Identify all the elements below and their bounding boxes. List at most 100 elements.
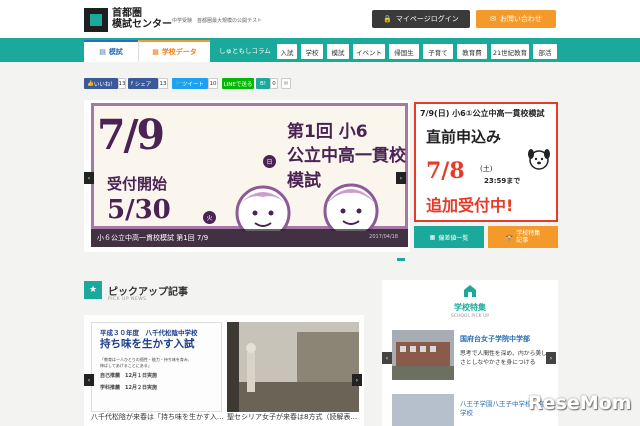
banner-exam-day: 日 [263,155,276,168]
pickup-subtitle: PICK UP NEWS [108,297,147,302]
site-logo-mark[interactable] [84,8,108,32]
tab-mock[interactable]: ▤ 模試 [84,40,138,62]
site-tagline: 中学受験 首都圏最大規模の公開テスト [172,18,263,24]
pickup-card-cecilia-image[interactable] [227,322,359,412]
side-banner-weekday: (土) [480,165,493,173]
chart-icon: ▦ [429,233,436,241]
pickup-prev-button[interactable]: ‹ [84,374,94,386]
like-count: 13 [118,78,126,89]
banner-registration-label: 受付開始 [107,175,168,193]
kohnodai-school-photo[interactable] [392,330,454,380]
other-count: 0 [270,78,278,89]
card1-line: 自己推薦 12月１日実施 [100,373,157,379]
side-promo-banner[interactable]: 7/9(日) 小6①公立中高一貫校模試 直前申込み 7/8 (土) 23:59ま… [414,102,558,222]
banner-registration-day: 火 [203,211,216,224]
mypage-login-button[interactable]: 🔒 マイページログイン [372,10,470,28]
thumbs-up-icon: 👍 [87,80,94,87]
nav-category-event[interactable]: イベント [353,44,385,59]
banner-registration-date: 5/30 [107,195,171,225]
pickup-card-caption[interactable]: 聖セシリア女子が来春は8方式（読解表... [227,412,357,422]
carousel-prev-button[interactable]: ‹ [84,172,94,184]
nav-category-club[interactable]: 部活 [533,44,557,59]
school-prev-button[interactable]: ‹ [382,352,392,364]
pickup-card-yachiyo-image[interactable]: 平成３０年度 八千代松陰中学校 持ち味を生かす入試 「教育は一人ひとりの個性・能… [91,322,222,412]
side-banner-head: 7/9(日) 小6①公立中高一貫校模試 [420,109,545,118]
lock-icon: 🔒 [383,15,392,23]
tab-school-data[interactable]: ▦ 学校データ [138,40,210,62]
login-label: マイページログイン [395,15,459,23]
banner-caption: 小６公立中高一貫校模試 第1回 7/9 2017/04/18 [91,229,408,247]
contact-button[interactable]: ✉ お問い合わせ [476,10,556,28]
logo-line2: 模試センター [112,19,172,30]
nav-category-mock[interactable]: 模試 [327,44,349,59]
school-desc-kohnodai: 思考で人間性を深め、内から美しさとしなやかさを身につける [460,351,547,366]
email-share-button[interactable]: ✉ [281,78,291,89]
share-count: 13 [158,78,168,89]
nav-category-parenting[interactable]: 子育て [423,44,453,59]
hachioji-school-photo[interactable] [392,394,454,426]
facebook-icon: f [131,80,133,87]
nav-category-school[interactable]: 学校 [301,44,323,59]
nav-category-returnee[interactable]: 帰国生 [389,44,419,59]
carousel-next-button[interactable]: › [396,172,406,184]
side-banner-time: 23:59まで [484,177,521,185]
column-link[interactable]: しゅともしコラム [219,45,271,55]
nav-category-21st-century[interactable]: 21世紀教育 [491,44,529,59]
children-illustration [235,183,379,231]
chevron-left-icon: ‹ [87,174,91,182]
logo-line1: 首都圏 [112,8,142,19]
share-label: シェア [134,81,152,88]
deviation-list-button[interactable]: ▦ 偏差値一覧 [414,226,484,248]
banner-caption-date: 2017/04/18 [369,234,398,240]
main-carousel-banner[interactable]: 7/9 日 第1回 小6 公立中高一貫校模試 受付開始 5/30 火 小６公立中… [91,103,408,247]
banner-title-line1: 第1回 小6 [287,122,368,142]
card1-line: 伸ばしてあげることにある」 [100,362,152,368]
pickup-next-button[interactable]: › [352,374,362,386]
tab-mock-label: 模試 [108,48,123,56]
card1-line: 学科推薦 12月２日実施 [100,384,157,391]
line-send-button[interactable]: LINEで送る [222,78,254,89]
banner-artwork: 7/9 日 第1回 小6 公立中高一貫校模試 受付開始 5/30 火 [91,103,408,247]
school-feature-button[interactable]: 🏫 学校特集 記事 [488,226,558,248]
school-feature-subtitle: SCHOOL PICK UP [451,314,489,319]
school-icon: 🏫 [505,233,514,241]
banner-exam-date: 7/9 [97,111,165,159]
envelope-icon: ✉ [283,80,289,87]
school-feature-title: 学校特集 [454,303,486,312]
facebook-share-button[interactable]: f シェア [128,78,158,89]
feature-label: 学校特集 記事 [516,230,540,244]
site-logo-text[interactable]: 首都圏 模試センター [112,8,172,30]
mail-icon: ✉ [490,15,496,23]
resemom-watermark: ReseMom [528,392,632,414]
hatena-button[interactable]: B! [256,78,270,89]
like-label: いいね！ [93,81,116,88]
deviation-label: 偏差値一覧 [438,234,469,242]
nav-category-education-cost[interactable]: 教育費 [457,44,487,59]
side-banner-main: 直前申込み [426,128,502,146]
banner-caption-text: 小６公立中高一貫校模試 第1回 7/9 [97,234,209,242]
school-icon: ▦ [152,48,159,56]
contact-label: お問い合わせ [499,15,542,23]
bird-icon: 🐦 [175,80,182,87]
school-building-icon [464,285,476,297]
school-building-photo [227,322,359,412]
feature-line2: 記事 [516,237,529,244]
school-next-button[interactable]: › [546,352,556,364]
tweet-label: ツイート [181,81,204,88]
feature-line1: 学校特集 [516,230,541,237]
carousel-dot-indicator[interactable] [397,258,405,261]
facebook-like-button[interactable]: 👍 いいね！ [84,78,118,89]
chevron-right-icon: › [355,376,359,384]
bookmark-icon: B! [260,80,266,87]
pickup-card-caption[interactable]: 八千代松陰が来春は「持ち味を生かす入... [91,412,224,422]
chevron-left-icon: ‹ [385,354,389,362]
tweet-button[interactable]: 🐦 ツイート [172,78,208,89]
school-name-kohnodai[interactable]: 国府台女子学院中学部 [460,334,530,344]
tweet-count: 10 [208,78,218,89]
tab-school-label: 学校データ [161,48,197,56]
nav-category-entrance-exam[interactable]: 入試 [277,44,297,59]
line-label: LINEで送る [223,81,253,88]
card1-details: 「教育は一人ひとりの個性・能力・持ち味を育み、 伸ばしてあげることにある」 自己… [100,357,215,391]
chevron-left-icon: ‹ [87,376,91,384]
pickup-title: ピックアップ記事 [108,286,188,298]
